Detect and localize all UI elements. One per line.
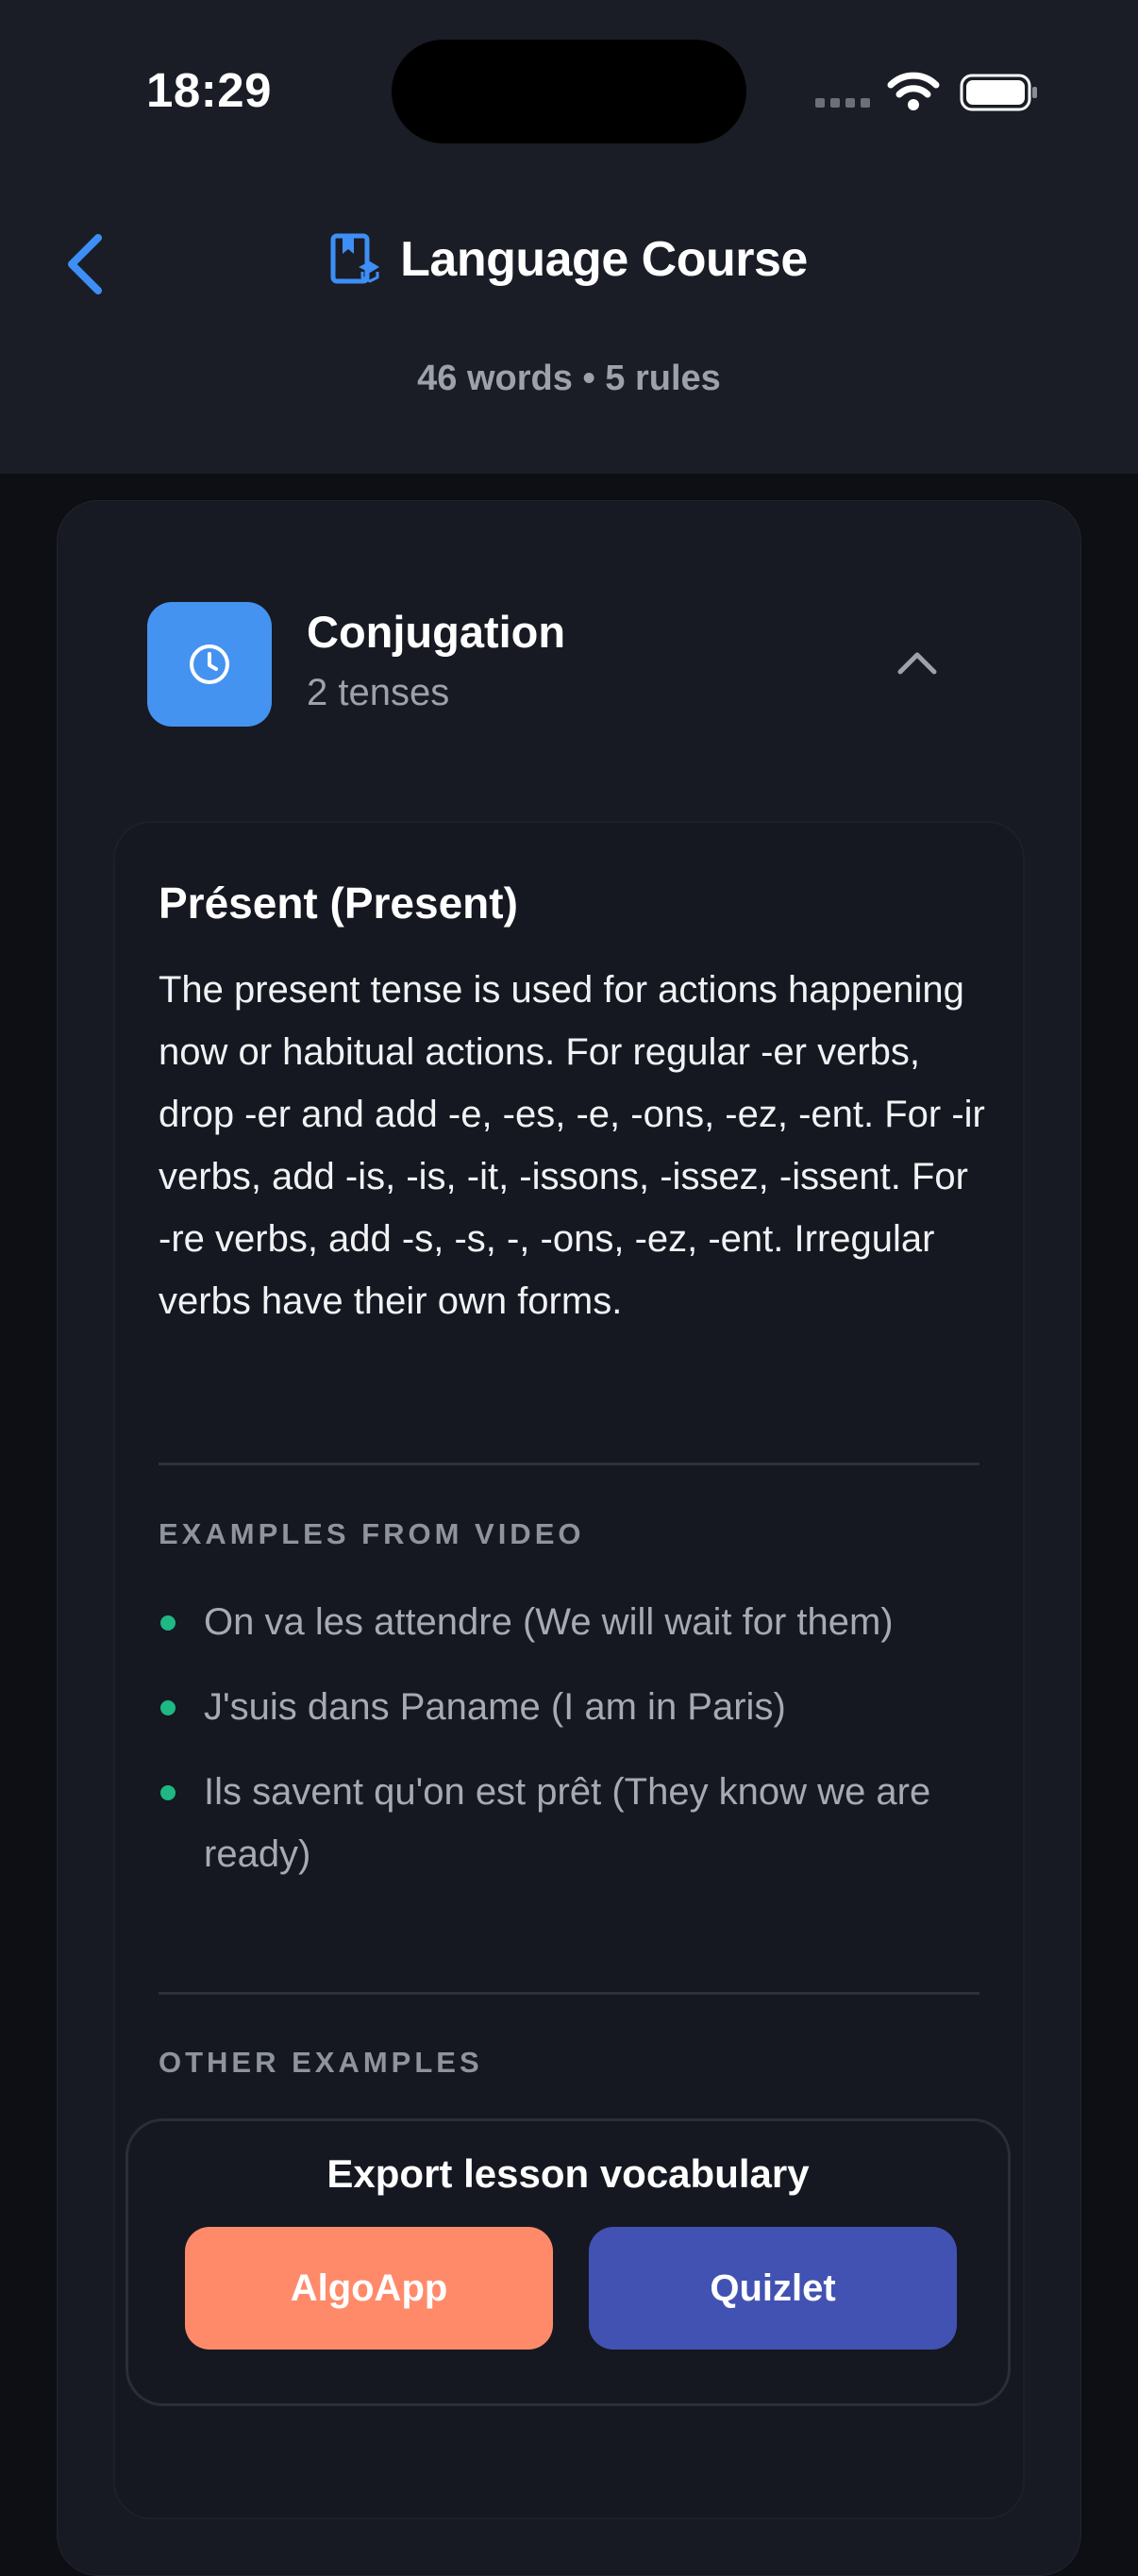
page-title-row: Language Course (0, 226, 1138, 293)
page-title: Language Course (400, 232, 808, 287)
export-title: Export lesson vocabulary (326, 2151, 810, 2196)
cellular-signal-icon (815, 98, 870, 108)
list-item: J'suis dans Paname (I am in Paris) (159, 1676, 989, 1738)
divider (159, 1463, 979, 1465)
status-time: 18:29 (146, 63, 272, 117)
clock-icon (190, 644, 229, 684)
video-examples-list: On va les attendre (We will wait for the… (159, 1591, 989, 1908)
tense-title: Présent (Present) (159, 878, 518, 928)
list-item: On va les attendre (We will wait for the… (159, 1591, 989, 1653)
battery-icon (960, 74, 1037, 111)
course-stats: 46 words • 5 rules (417, 359, 721, 398)
section-title[interactable]: Conjugation (307, 606, 565, 658)
section-icon-tile (147, 602, 272, 727)
examples-from-video-label: EXAMPLES FROM VIDEO (159, 1517, 585, 1550)
other-examples-label: OTHER EXAMPLES (159, 2046, 483, 2079)
export-vocabulary-panel: Export lesson vocabulary AlgoApp Quizlet (126, 2118, 1011, 2406)
list-item: Ils savent qu'on est prêt (They know we … (159, 1761, 989, 1885)
dynamic-island (392, 40, 746, 143)
section-subtitle: 2 tenses (307, 672, 450, 713)
divider (159, 1992, 979, 1995)
export-algoapp-button[interactable]: AlgoApp (185, 2227, 553, 2350)
course-book-icon (330, 233, 380, 284)
tense-description: The present tense is used for actions ha… (159, 969, 985, 1322)
chevron-up-icon[interactable] (896, 649, 938, 676)
export-quizlet-button[interactable]: Quizlet (589, 2227, 957, 2350)
wifi-icon (887, 72, 940, 110)
